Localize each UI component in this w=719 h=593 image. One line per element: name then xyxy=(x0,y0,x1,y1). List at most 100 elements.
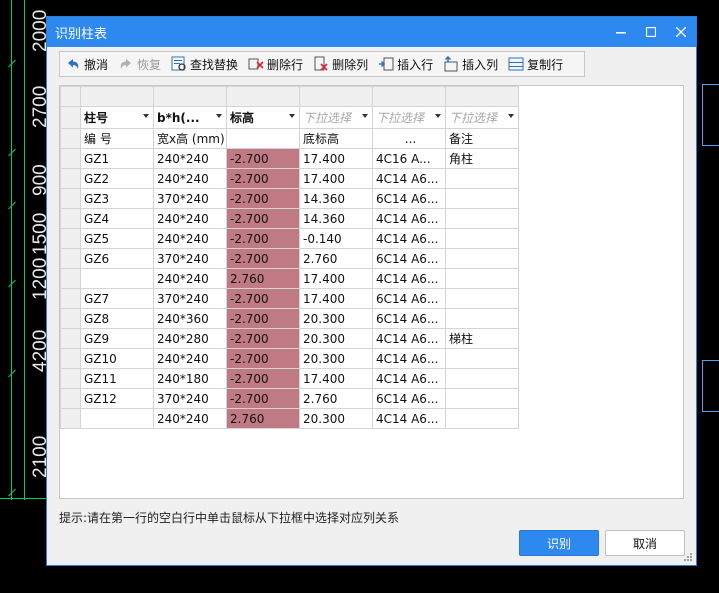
table-cell[interactable]: -2.700 xyxy=(226,228,300,249)
table-cell[interactable]: 240*240 xyxy=(153,348,227,369)
table-cell[interactable]: 2.760 xyxy=(226,268,300,289)
cancel-button[interactable]: 取消 xyxy=(605,530,685,556)
table-cell[interactable] xyxy=(226,128,300,149)
identify-button[interactable]: 识别 xyxy=(519,530,599,556)
table-cell[interactable]: 17.400 xyxy=(299,288,373,309)
insert-row-button[interactable]: 插入行 xyxy=(373,52,438,76)
table-cell[interactable] xyxy=(445,388,519,409)
table-cell[interactable]: 240*240 xyxy=(153,408,227,429)
table-cell[interactable]: 4C14 A6... xyxy=(372,208,446,229)
table-cell[interactable]: GZ3 xyxy=(80,188,154,209)
table-cell[interactable]: 4C14 A6... xyxy=(372,268,446,289)
table-cell[interactable] xyxy=(445,308,519,329)
table-cell[interactable]: 2.760 xyxy=(226,408,300,429)
table-cell[interactable]: 20.300 xyxy=(299,328,373,349)
table-cell[interactable]: 14.360 xyxy=(299,188,373,209)
table-cell[interactable]: 370*240 xyxy=(153,388,227,409)
table-cell[interactable]: GZ4 xyxy=(80,208,154,229)
table-cell[interactable]: 17.400 xyxy=(299,168,373,189)
resize-grip-icon[interactable] xyxy=(683,552,693,562)
table-cell[interactable]: -2.700 xyxy=(226,248,300,269)
table-cell[interactable]: -2.700 xyxy=(226,308,300,329)
table-cell[interactable] xyxy=(80,408,154,429)
table-cell[interactable]: 20.300 xyxy=(299,308,373,329)
table-cell[interactable]: 6C14 A6... xyxy=(372,388,446,409)
table-cell[interactable]: 底标高 xyxy=(299,128,373,149)
table-cell[interactable]: 4C14 A6... xyxy=(372,168,446,189)
table-cell[interactable]: -2.700 xyxy=(226,168,300,189)
column-selector[interactable]: 下拉选择 xyxy=(372,106,446,129)
table-cell[interactable]: 4C16 A... xyxy=(372,148,446,169)
table-cell[interactable]: GZ8 xyxy=(80,308,154,329)
redo-button[interactable]: 恢复 xyxy=(113,52,166,76)
column-selector[interactable]: 下拉选择 xyxy=(445,106,519,129)
table-cell[interactable]: 4C14 A6... xyxy=(372,348,446,369)
table-cell[interactable]: 370*240 xyxy=(153,288,227,309)
table-cell[interactable]: 14.360 xyxy=(299,208,373,229)
table-cell[interactable]: 370*240 xyxy=(153,248,227,269)
table-cell[interactable]: 4C14 A6... xyxy=(372,228,446,249)
column-selector[interactable]: 标高 xyxy=(226,106,300,129)
table-cell[interactable]: GZ12 xyxy=(80,388,154,409)
table-cell[interactable] xyxy=(445,248,519,269)
column-selector[interactable]: b*h(... xyxy=(153,106,227,129)
table-cell[interactable]: 240*240 xyxy=(153,268,227,289)
table-cell[interactable]: 4C14 A6... xyxy=(372,408,446,429)
table-cell[interactable] xyxy=(445,348,519,369)
delete-row-button[interactable]: 删除行 xyxy=(243,52,308,76)
table-cell[interactable]: GZ7 xyxy=(80,288,154,309)
table-cell[interactable] xyxy=(445,188,519,209)
table-cell[interactable]: 240*240 xyxy=(153,208,227,229)
table-cell[interactable]: -2.700 xyxy=(226,208,300,229)
table-cell[interactable]: 240*180 xyxy=(153,368,227,389)
table-cell[interactable]: 角柱 xyxy=(445,148,519,169)
dialog-titlebar[interactable]: 识别柱表 xyxy=(47,17,696,47)
column-selector[interactable]: 柱号 xyxy=(80,106,154,129)
table-cell[interactable]: 17.400 xyxy=(299,148,373,169)
table-cell[interactable] xyxy=(445,268,519,289)
table-cell[interactable]: 20.300 xyxy=(299,348,373,369)
undo-button[interactable]: 撤消 xyxy=(60,52,113,76)
table-cell[interactable]: 20.300 xyxy=(299,408,373,429)
table-cell[interactable]: GZ2 xyxy=(80,168,154,189)
table-cell[interactable]: 6C14 A6... xyxy=(372,288,446,309)
table-cell[interactable]: GZ10 xyxy=(80,348,154,369)
table-cell[interactable] xyxy=(445,408,519,429)
table-cell[interactable]: GZ1 xyxy=(80,148,154,169)
delete-column-button[interactable]: 删除列 xyxy=(308,52,373,76)
table-cell[interactable]: 编 号 xyxy=(80,128,154,149)
table-cell[interactable]: GZ5 xyxy=(80,228,154,249)
table-cell[interactable]: GZ11 xyxy=(80,368,154,389)
table-cell[interactable]: -2.700 xyxy=(226,148,300,169)
table-cell[interactable]: -2.700 xyxy=(226,388,300,409)
table-cell[interactable]: GZ9 xyxy=(80,328,154,349)
table-cell[interactable]: 17.400 xyxy=(299,368,373,389)
copy-row-button[interactable]: 复制行 xyxy=(503,52,568,76)
close-button[interactable] xyxy=(666,17,696,47)
table-cell[interactable]: 240*240 xyxy=(153,228,227,249)
insert-column-button[interactable]: 插入列 xyxy=(438,52,503,76)
table-cell[interactable]: 240*240 xyxy=(153,168,227,189)
table-cell[interactable]: 6C14 A6... xyxy=(372,188,446,209)
table-cell[interactable] xyxy=(445,208,519,229)
table-cell[interactable]: 备注 xyxy=(445,128,519,149)
table-cell[interactable]: 4C14 A6... xyxy=(372,328,446,349)
table-cell[interactable]: -2.700 xyxy=(226,328,300,349)
table-cell[interactable]: 梯柱 xyxy=(445,328,519,349)
table-cell[interactable]: 240*360 xyxy=(153,308,227,329)
table-cell[interactable]: 4C14 A6... xyxy=(372,368,446,389)
table-cell[interactable]: -0.140 xyxy=(299,228,373,249)
table-cell[interactable] xyxy=(445,228,519,249)
table-cell[interactable]: 240*240 xyxy=(153,148,227,169)
table-cell[interactable]: 2.760 xyxy=(299,248,373,269)
table-cell[interactable]: 17.400 xyxy=(299,268,373,289)
minimize-button[interactable] xyxy=(606,17,636,47)
find-replace-button[interactable]: 查找替换 xyxy=(166,52,243,76)
column-selector[interactable]: 下拉选择 xyxy=(299,106,373,129)
table-cell[interactable] xyxy=(80,268,154,289)
table-cell[interactable] xyxy=(445,168,519,189)
table-cell[interactable]: -2.700 xyxy=(226,348,300,369)
table-cell[interactable]: 2.760 xyxy=(299,388,373,409)
table-cell[interactable]: GZ6 xyxy=(80,248,154,269)
table-cell[interactable]: 370*240 xyxy=(153,188,227,209)
